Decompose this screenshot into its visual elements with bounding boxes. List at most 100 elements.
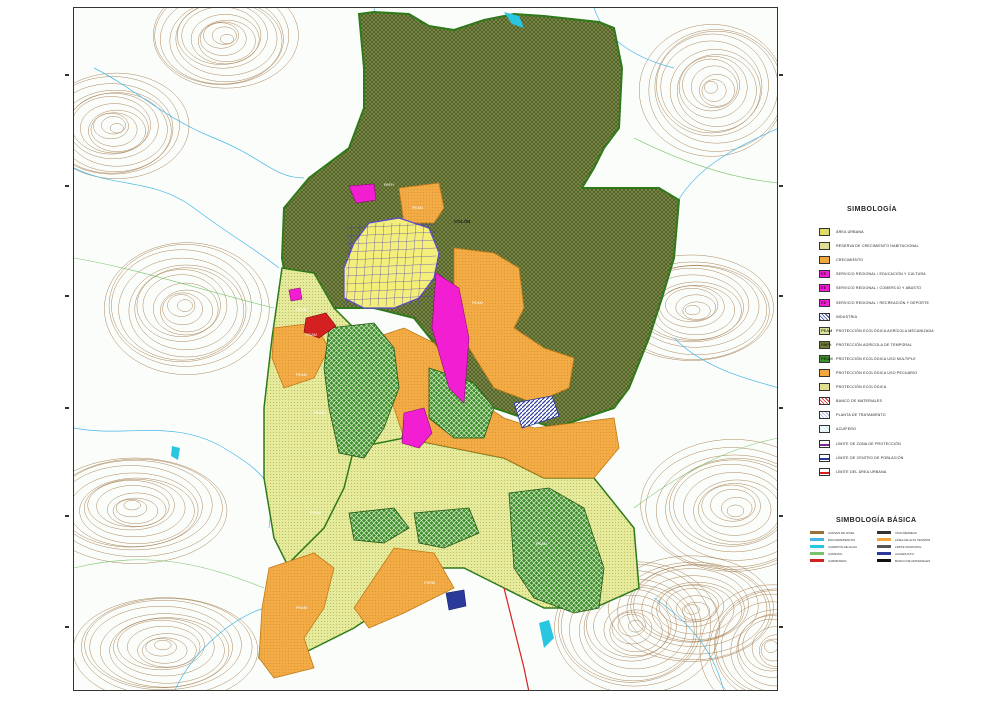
legend-item: PAFH PROTECCIÓN AGRÍCOLA DE TEMPORAL <box>819 340 997 350</box>
town-label: COLÓN <box>454 219 471 224</box>
contour-line <box>682 58 740 112</box>
basic-legend-label: CARRETERA <box>828 558 847 563</box>
basic-legend-symbol <box>810 545 824 548</box>
legend-label: PROTECCIÓN AGRÍCOLA DE TEMPORAL <box>836 342 913 347</box>
legend-label: CRECIMIENTO <box>836 258 864 263</box>
legend-label: ÁREA URBANA <box>836 230 864 234</box>
contour-line <box>112 497 159 524</box>
road-line <box>633 137 777 184</box>
contour-line <box>84 478 186 538</box>
legend-swatch <box>819 256 830 265</box>
legend-code: EE <box>821 299 827 305</box>
legend-label: LÍMITE DE ZONA DE PROTECCIÓN <box>836 441 901 446</box>
contour-line <box>682 301 711 320</box>
contour-line <box>764 640 777 653</box>
basic-legend-symbol <box>810 552 824 555</box>
legend-code: PEUM <box>821 355 833 361</box>
frame-tick <box>65 626 69 628</box>
contour-line <box>80 103 149 154</box>
legend-swatch: EE <box>819 284 830 293</box>
zone-code-label: PEAM <box>296 373 307 377</box>
industry-zone-south[interactable] <box>445 589 467 611</box>
basic-legend-label: VÍAS FÉRREAS <box>895 530 917 535</box>
contour-line <box>669 49 761 132</box>
contour-line <box>678 56 748 119</box>
basic-legend-label: ESCURRIMIENTOS <box>828 537 856 542</box>
zone-code-label: PEAM <box>310 511 321 515</box>
zone-code-label: PSRM <box>424 581 435 585</box>
contour-line <box>145 638 177 657</box>
contour-line <box>683 472 777 545</box>
map-frame[interactable]: COLÓN PEAM PAFH PEUM PEAM PSAM PEAM PEAM PEAM PS… <box>73 7 778 691</box>
contour-line <box>617 613 646 637</box>
legend-code: EE <box>821 271 827 277</box>
legend-item: LÍMITE DE CENTRO DE POBLACIÓN <box>819 453 997 463</box>
contour-line <box>640 439 777 572</box>
legend-item: PEAM PROTECCIÓN ECOLÓGICA AGRÍCOLA MECANI… <box>819 326 997 336</box>
legend-swatch <box>819 467 830 476</box>
stream-line <box>174 607 265 690</box>
contour-line <box>709 588 777 690</box>
legend-label: PLANTA DE TRATAMIENTO <box>836 413 886 418</box>
legend-label: SERVICIO REGIONAL / EDUCACIÓN Y CULTURA <box>836 272 926 277</box>
contour-line <box>87 480 175 531</box>
zone-code-label: PHAM <box>296 606 307 610</box>
road-line <box>74 559 265 589</box>
legend-item: PLANTA DE TRATAMIENTO <box>819 410 997 420</box>
legend-swatch <box>819 397 830 406</box>
legend-swatch: PEAM <box>819 326 832 335</box>
contour-line <box>74 465 203 548</box>
basic-legend-symbol <box>810 531 824 534</box>
legend-item: PROTECCIÓN ECOLÓGICA <box>819 382 997 392</box>
legend-label: ACUÍFERO <box>836 427 857 432</box>
legend-swatch: EE <box>819 298 830 307</box>
basic-legend-label: LÍMITE MUNICIPAL <box>895 544 922 549</box>
zone-code-label: PAFH <box>384 183 394 187</box>
basic-legend-label: BANCO DE MATERIALES <box>895 558 931 563</box>
contour-line <box>160 8 284 85</box>
legend-item: LÍMITE DEL ÁREA URBANA <box>819 467 997 477</box>
basic-legend-symbol <box>877 545 891 548</box>
legend-item: EE SERVICIO REGIONAL / RECREACIÓN Y DEPOR… <box>819 298 997 308</box>
contour-line <box>136 269 228 342</box>
orange-zone-north[interactable] <box>398 182 445 224</box>
stream-line <box>74 167 280 269</box>
contour-line <box>167 294 196 317</box>
contour-line <box>177 299 193 312</box>
basic-legend-item: ACUEDUCTO <box>877 550 914 557</box>
frame-tick <box>65 295 69 297</box>
legend-label: LÍMITE DEL ÁREA URBANA <box>836 469 887 474</box>
contour-line <box>175 8 278 76</box>
zone-code-label: PEAM <box>536 542 547 546</box>
contour-line <box>118 257 247 361</box>
contour-line <box>684 305 701 316</box>
frame-tick <box>65 74 69 76</box>
contour-line <box>665 458 777 561</box>
legend-swatch <box>819 369 830 377</box>
contour-line <box>74 457 228 564</box>
contour-line <box>108 244 262 367</box>
basic-legend-label: CURVAS DE NIVEL <box>828 530 855 535</box>
contour-line <box>633 568 749 643</box>
contour-line <box>169 8 283 82</box>
basic-legend-title: SIMBOLOGÍA BÁSICA <box>836 517 917 524</box>
contour-line <box>74 96 151 155</box>
contour-line <box>162 292 203 326</box>
service-zone-4[interactable] <box>288 287 303 302</box>
contour-line <box>113 618 215 677</box>
contour-line <box>123 500 141 511</box>
road-line <box>633 438 777 509</box>
legend-code: PAFH <box>821 341 832 347</box>
basic-legend-item: CUERPOS DE AGUA <box>810 543 857 550</box>
legend-title: SIMBOLOGÍA <box>847 206 898 213</box>
contour-line <box>212 26 237 45</box>
contour-line <box>726 504 745 518</box>
legend-item: ÁREA URBANA <box>819 227 997 237</box>
contour-line <box>81 598 253 690</box>
legend-item: BANCO DE MATERIALES <box>819 396 997 406</box>
basic-legend-item: CURVAS DE NIVEL <box>810 529 855 536</box>
legend-item: CRECIMIENTO <box>819 255 997 265</box>
land-use-map[interactable] <box>74 8 778 691</box>
legend-swatch <box>819 411 830 420</box>
frame-tick <box>779 515 783 517</box>
